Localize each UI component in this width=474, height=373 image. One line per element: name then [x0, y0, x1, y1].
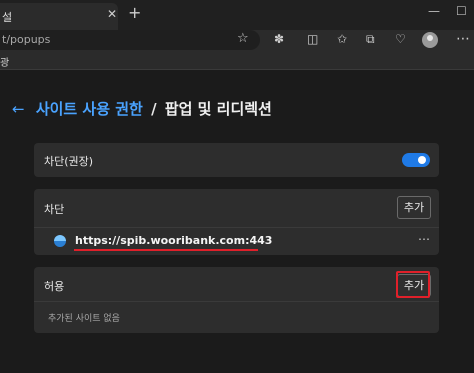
- close-icon[interactable]: ✕: [107, 7, 117, 21]
- block-add-button[interactable]: 추가: [397, 196, 431, 219]
- favorites-bar: 광: [0, 52, 474, 70]
- toolbar: t/popups ☆ ✽ ◫ ✩ ⧉ ♡ ⋯: [0, 30, 474, 52]
- health-icon[interactable]: ♡: [395, 32, 406, 46]
- site-favicon-icon: [54, 235, 66, 247]
- allow-site-list: 추가된 사이트 없음: [34, 301, 439, 333]
- url-underline-annotation: [74, 249, 258, 251]
- address-bar[interactable]: t/popups ☆: [0, 30, 260, 50]
- collections-icon[interactable]: ⧉: [366, 32, 375, 47]
- maximize-icon[interactable]: ☐: [456, 4, 467, 18]
- breadcrumb-current: 팝업 및 리디렉션: [164, 100, 272, 118]
- block-section-label: 차단: [44, 203, 65, 216]
- breadcrumb-separator: /: [151, 100, 157, 118]
- profile-avatar[interactable]: [422, 32, 438, 48]
- back-arrow-icon[interactable]: ←: [12, 100, 25, 118]
- favorites-item[interactable]: 광: [0, 54, 9, 69]
- block-section-header: 차단 추가: [34, 189, 439, 227]
- breadcrumb-site-permissions[interactable]: 사이트 사용 권한: [36, 100, 143, 118]
- tab-title: 설: [2, 11, 13, 24]
- favorites-icon[interactable]: ✩: [337, 32, 347, 46]
- block-toggle-card: 차단(권장): [34, 143, 439, 177]
- address-text: t/popups: [2, 33, 51, 46]
- active-tab[interactable]: 설 ✕: [0, 3, 118, 30]
- extensions-icon[interactable]: ✽: [274, 32, 284, 46]
- highlight-box-annotation: [396, 271, 430, 298]
- allow-section-label: 허용: [44, 280, 65, 293]
- allow-section-header: 허용 추가: [34, 267, 439, 301]
- minimize-icon[interactable]: —: [428, 4, 440, 18]
- block-recommended-label: 차단(권장): [44, 155, 94, 168]
- block-site-list: https://spib.wooribank.com:443 ⋯: [34, 227, 439, 255]
- favorite-star-icon[interactable]: ☆: [237, 31, 249, 46]
- block-toggle[interactable]: [402, 153, 430, 167]
- page-title: ← 사이트 사용 권한 / 팝업 및 리디렉션: [12, 98, 272, 122]
- tab-strip: 설 ✕ + — ☐: [0, 0, 474, 30]
- settings-more-icon[interactable]: ⋯: [456, 31, 470, 47]
- plus-icon[interactable]: +: [128, 3, 141, 22]
- split-screen-icon[interactable]: ◫: [307, 32, 318, 46]
- empty-list-text: 추가된 사이트 없음: [48, 314, 120, 324]
- blocked-site-url: https://spib.wooribank.com:443: [75, 234, 273, 247]
- more-icon[interactable]: ⋯: [418, 232, 430, 246]
- toggle-knob: [418, 156, 426, 164]
